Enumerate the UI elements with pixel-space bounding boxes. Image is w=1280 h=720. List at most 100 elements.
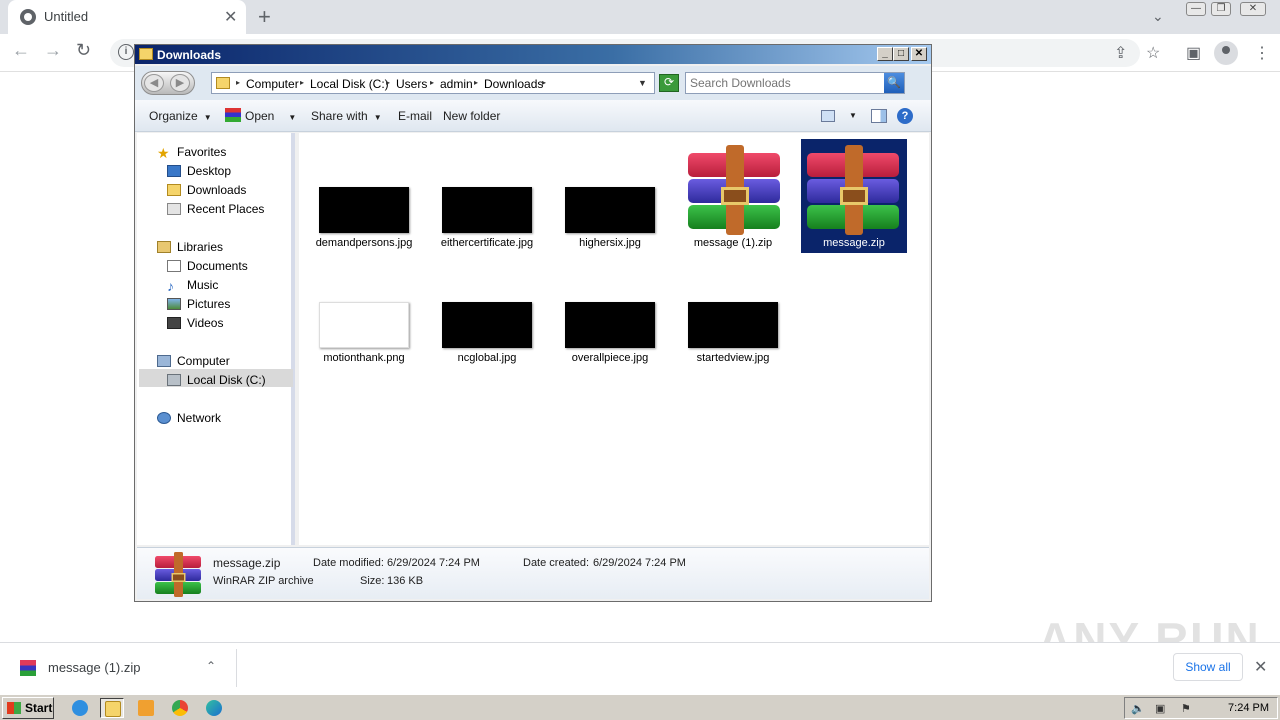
download-item[interactable]: message (1).zip ⌃ [8, 649, 236, 687]
breadcrumb-admin[interactable]: admin [440, 77, 473, 91]
nav-recent-places[interactable]: Recent Places [167, 202, 264, 216]
profile-avatar[interactable] [1214, 41, 1238, 65]
share-with-button[interactable]: Share with ▼ [311, 109, 382, 123]
detail-size-label: Size: [360, 575, 385, 587]
nav-favorites[interactable]: ★ Favorites [157, 145, 226, 161]
nav-pictures[interactable]: Pictures [167, 297, 230, 311]
file-item[interactable]: demandpersons.jpg [309, 183, 419, 251]
menu-icon[interactable]: ⋮ [1254, 43, 1270, 63]
window-minimize-button[interactable]: — [1186, 2, 1206, 16]
browser-tab[interactable]: Untitled ✕ [8, 0, 246, 34]
breadcrumb-separator[interactable]: ▸ [236, 78, 240, 87]
share-icon[interactable]: ⇪ [1114, 43, 1127, 63]
search-input[interactable] [690, 75, 880, 91]
file-item-selected[interactable]: message.zip [801, 139, 907, 253]
search-icon[interactable]: 🔍 [884, 73, 904, 93]
explorer-title-bar[interactable]: Downloads _ □ ✕ [135, 45, 931, 64]
computer-icon [157, 355, 171, 367]
nav-libraries[interactable]: Libraries [157, 240, 223, 254]
window-restore-button[interactable]: ❐ [1211, 2, 1231, 16]
maximize-button[interactable]: □ [893, 47, 909, 61]
breadcrumb-separator[interactable]: ▸ [542, 78, 546, 87]
close-button[interactable]: ✕ [911, 47, 927, 61]
new-folder-button[interactable]: New folder [443, 109, 500, 123]
taskbar-explorer[interactable] [100, 698, 124, 718]
explorer-forward-button[interactable]: ▶ [170, 74, 190, 92]
file-name: demandpersons.jpg [315, 237, 413, 249]
file-item[interactable]: eithercertificate.jpg [432, 183, 542, 251]
flag-icon[interactable]: ⚑ [1181, 702, 1191, 715]
file-item[interactable]: ncglobal.jpg [432, 298, 542, 366]
nav-desktop[interactable]: Desktop [167, 164, 231, 178]
network-icon [157, 412, 171, 424]
window-close-button[interactable]: ✕ [1240, 2, 1266, 16]
nav-label: Documents [187, 259, 248, 273]
breadcrumb-downloads[interactable]: Downloads [484, 77, 543, 91]
nav-network[interactable]: Network [157, 411, 221, 425]
window-title: Downloads [157, 48, 222, 62]
taskbar-ie[interactable] [68, 698, 92, 718]
breadcrumb-users[interactable]: Users [396, 77, 427, 91]
file-item[interactable]: highersix.jpg [555, 183, 665, 251]
file-item[interactable]: startedview.jpg [678, 298, 788, 366]
breadcrumb-separator[interactable]: ▸ [300, 78, 304, 87]
open-label: Open [245, 109, 275, 123]
bookmark-star-icon[interactable]: ☆ [1146, 43, 1160, 63]
new-tab-button[interactable]: + [258, 4, 271, 30]
nav-documents[interactable]: Documents [167, 259, 248, 273]
info-icon[interactable]: i [118, 44, 134, 60]
clock[interactable]: 7:24 PM [1228, 702, 1269, 714]
breadcrumb-computer[interactable]: Computer [246, 77, 299, 91]
file-item[interactable]: message (1).zip [678, 141, 788, 251]
file-name: overallpiece.jpg [571, 352, 649, 364]
search-box[interactable]: 🔍 [685, 72, 905, 94]
nav-downloads[interactable]: Downloads [167, 183, 246, 197]
speaker-icon[interactable]: 🔈 [1131, 702, 1145, 715]
reload-button[interactable]: ↻ [76, 40, 91, 61]
organize-button[interactable]: Organize ▼ [149, 109, 212, 123]
taskbar: Start 🔈 ▣ ⚑ 7:24 PM [0, 694, 1280, 720]
nav-local-disk[interactable]: Local Disk (C:) [167, 373, 266, 387]
close-downloads-bar-icon[interactable]: ✕ [1254, 657, 1267, 677]
explorer-address-bar[interactable]: ▸ Computer ▸ Local Disk (C:) ▸ Users ▸ a… [211, 72, 655, 94]
address-dropdown-icon[interactable]: ▼ [638, 78, 647, 88]
file-item[interactable]: motionthank.png [309, 298, 419, 366]
refresh-icon[interactable]: ⟳ [659, 74, 679, 92]
preview-pane-icon[interactable] [871, 109, 887, 123]
system-tray: 🔈 ▣ ⚑ 7:24 PM [1124, 697, 1278, 719]
detail-modified-value: 6/29/2024 7:24 PM [387, 557, 480, 569]
nav-music[interactable]: ♪ Music [167, 278, 218, 294]
nav-computer[interactable]: Computer [157, 354, 230, 368]
tab-search-icon[interactable]: ⌄ [1152, 8, 1164, 25]
minimize-button[interactable]: _ [877, 47, 893, 61]
winrar-icon [20, 660, 36, 676]
taskbar-media-player[interactable] [134, 698, 158, 718]
nav-videos[interactable]: Videos [167, 316, 223, 330]
chevron-down-icon: ▼ [288, 113, 297, 122]
chevron-up-icon[interactable]: ⌃ [206, 659, 216, 673]
file-item[interactable]: overallpiece.jpg [555, 298, 665, 366]
start-button[interactable]: Start [2, 697, 54, 719]
breadcrumb-separator[interactable]: ▸ [474, 78, 478, 87]
command-bar: Organize ▼ Open ▼ Share with ▼ E-mail New f… [135, 100, 931, 132]
nav-label: Local Disk (C:) [187, 373, 266, 387]
network-tray-icon[interactable]: ▣ [1155, 702, 1165, 715]
help-icon[interactable]: ? [897, 108, 913, 124]
show-all-button[interactable]: Show all [1173, 653, 1243, 681]
breadcrumb-separator[interactable]: ▸ [386, 78, 390, 87]
explorer-back-button[interactable]: ◀ [144, 74, 164, 92]
back-button[interactable]: ← [12, 40, 30, 61]
email-button[interactable]: E-mail [398, 109, 432, 123]
forward-button[interactable]: → [44, 40, 62, 61]
breadcrumb-local-disk[interactable]: Local Disk (C:) [310, 77, 389, 91]
view-icon[interactable] [821, 110, 835, 122]
breadcrumb-separator[interactable]: ▸ [430, 78, 434, 87]
desktop-icon [167, 165, 181, 177]
view-dropdown-icon[interactable]: ▼ [849, 111, 857, 120]
side-panel-icon[interactable]: ▣ [1186, 43, 1201, 63]
taskbar-chrome[interactable] [168, 698, 192, 718]
open-button[interactable]: Open ▼ [245, 109, 296, 123]
taskbar-edge[interactable] [202, 698, 226, 718]
chevron-down-icon: ▼ [203, 113, 212, 122]
tab-close-icon[interactable]: ✕ [224, 7, 237, 27]
